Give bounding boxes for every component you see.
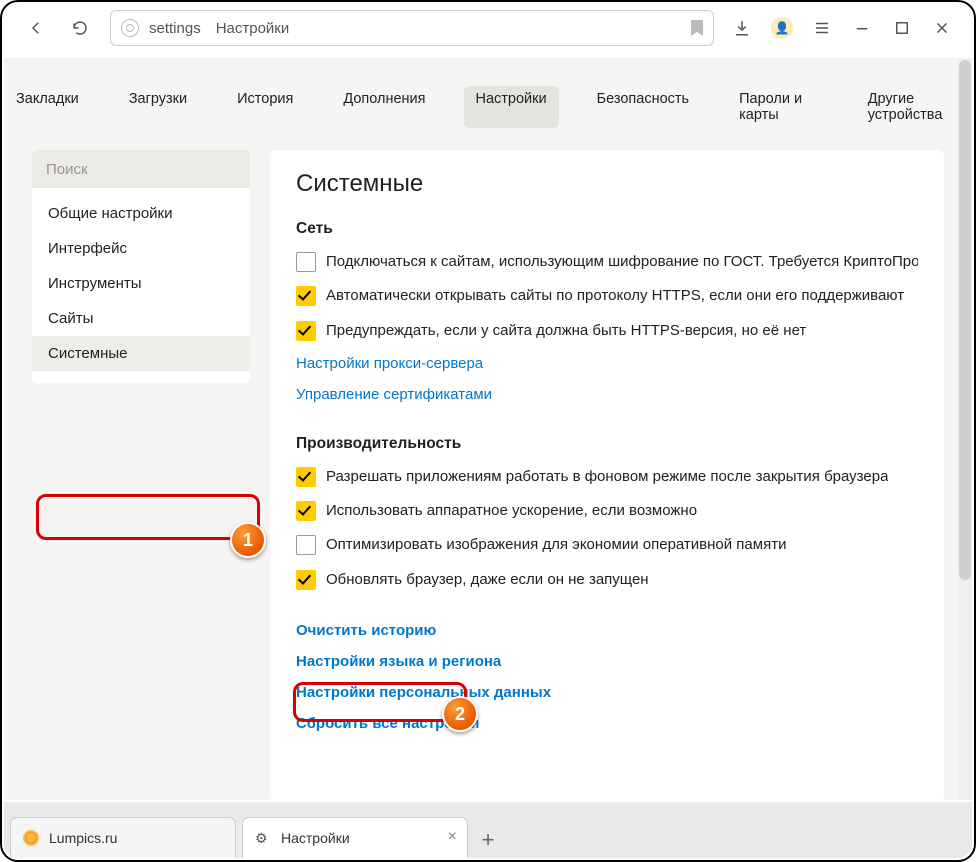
maximize-icon[interactable] [888, 14, 916, 42]
sidebar-item-sites[interactable]: Сайты [32, 301, 250, 336]
check-optimize-img[interactable]: Оптимизировать изображения для экономии … [296, 535, 918, 555]
checkbox-icon [296, 535, 316, 555]
checkbox-icon [296, 321, 316, 341]
tab-bar: Lumpics.ru ⚙ Настройки × + [4, 802, 972, 858]
search-input[interactable]: Поиск [32, 150, 250, 188]
section-network-title: Сеть [296, 220, 918, 238]
browser-toolbar: settings Настройки 👤 [2, 2, 974, 55]
bookmark-icon[interactable] [691, 20, 703, 36]
check-gost[interactable]: Подключаться к сайтам, использующим шифр… [296, 252, 918, 272]
link-personal-data[interactable]: Настройки персональных данных [296, 684, 918, 701]
nav-downloads[interactable]: Загрузки [117, 86, 199, 128]
check-https-warn[interactable]: Предупреждать, если у сайта должна быть … [296, 321, 918, 341]
back-icon[interactable] [22, 14, 50, 42]
sidebar-item-tools[interactable]: Инструменты [32, 266, 250, 301]
section-performance: Производительность Разрешать приложениям… [296, 435, 918, 590]
tab-lumpics[interactable]: Lumpics.ru [10, 817, 236, 858]
annotation-badge-2: 2 [442, 696, 478, 732]
nav-history[interactable]: История [225, 86, 305, 128]
tab-label: Настройки [281, 830, 350, 846]
page-title: Системные [296, 170, 918, 198]
address-text: settings Настройки [149, 20, 691, 37]
sidebar: Поиск Общие настройки Интерфейс Инструме… [32, 150, 250, 800]
section-actions: Очистить историю Настройки языка и регио… [296, 622, 918, 732]
nav-passwords[interactable]: Пароли и карты [727, 86, 830, 128]
address-bar[interactable]: settings Настройки [110, 10, 714, 46]
scrollbar[interactable] [958, 58, 972, 800]
sidebar-item-interface[interactable]: Интерфейс [32, 231, 250, 266]
nav-addons[interactable]: Дополнения [331, 86, 437, 128]
close-icon[interactable]: × [448, 829, 457, 845]
check-bg-apps[interactable]: Разрешать приложениям работать в фоновом… [296, 467, 918, 487]
check-hw-accel[interactable]: Использовать аппаратное ускорение, если … [296, 501, 918, 521]
annotation-badge-1: 1 [230, 522, 266, 558]
link-certs[interactable]: Управление сертификатами [296, 386, 918, 403]
downloads-icon[interactable] [728, 14, 756, 42]
checkbox-icon [296, 570, 316, 590]
toolbar-right: 👤 [722, 14, 962, 42]
tab-settings[interactable]: ⚙ Настройки × [242, 817, 468, 858]
new-tab-button[interactable]: + [470, 822, 506, 858]
gear-icon: ⚙ [255, 830, 271, 846]
nav-bookmarks[interactable]: Закладки [4, 86, 91, 128]
nav-settings[interactable]: Настройки [464, 86, 559, 128]
nav-devices[interactable]: Другие устройства [856, 86, 972, 128]
sidebar-item-general[interactable]: Общие настройки [32, 196, 250, 231]
nav-security[interactable]: Безопасность [585, 86, 702, 128]
check-https-auto[interactable]: Автоматически открывать сайты по протоко… [296, 286, 918, 306]
link-clear-history[interactable]: Очистить историю [296, 622, 918, 639]
menu-icon[interactable] [808, 14, 836, 42]
tab-label: Lumpics.ru [49, 830, 117, 846]
checkbox-icon [296, 467, 316, 487]
link-reset[interactable]: Сбросить все настройки [296, 715, 918, 732]
sidebar-list: Общие настройки Интерфейс Инструменты Са… [32, 188, 250, 383]
settings-page: Закладки Загрузки История Дополнения Нас… [4, 58, 972, 800]
link-proxy[interactable]: Настройки прокси-сервера [296, 355, 918, 372]
checkbox-icon [296, 501, 316, 521]
scrollbar-thumb[interactable] [959, 60, 971, 580]
settings-nav: Закладки Загрузки История Дополнения Нас… [4, 58, 972, 150]
minimize-icon[interactable] [848, 14, 876, 42]
profile-icon[interactable]: 👤 [768, 14, 796, 42]
link-language[interactable]: Настройки языка и региона [296, 653, 918, 670]
favicon-lumpics [23, 830, 39, 846]
checkbox-icon [296, 286, 316, 306]
reload-icon[interactable] [66, 14, 94, 42]
section-performance-title: Производительность [296, 435, 918, 453]
close-window-icon[interactable] [928, 14, 956, 42]
section-network: Сеть Подключаться к сайтам, использующим… [296, 220, 918, 403]
site-icon [121, 19, 139, 37]
browser-window: settings Настройки 👤 Закладки Загрузки И… [0, 0, 976, 862]
settings-main: Системные Сеть Подключаться к сайтам, ис… [270, 150, 944, 800]
sidebar-item-system[interactable]: Системные [32, 336, 250, 371]
checkbox-icon [296, 252, 316, 272]
check-update-bg[interactable]: Обновлять браузер, даже если он не запущ… [296, 570, 918, 590]
